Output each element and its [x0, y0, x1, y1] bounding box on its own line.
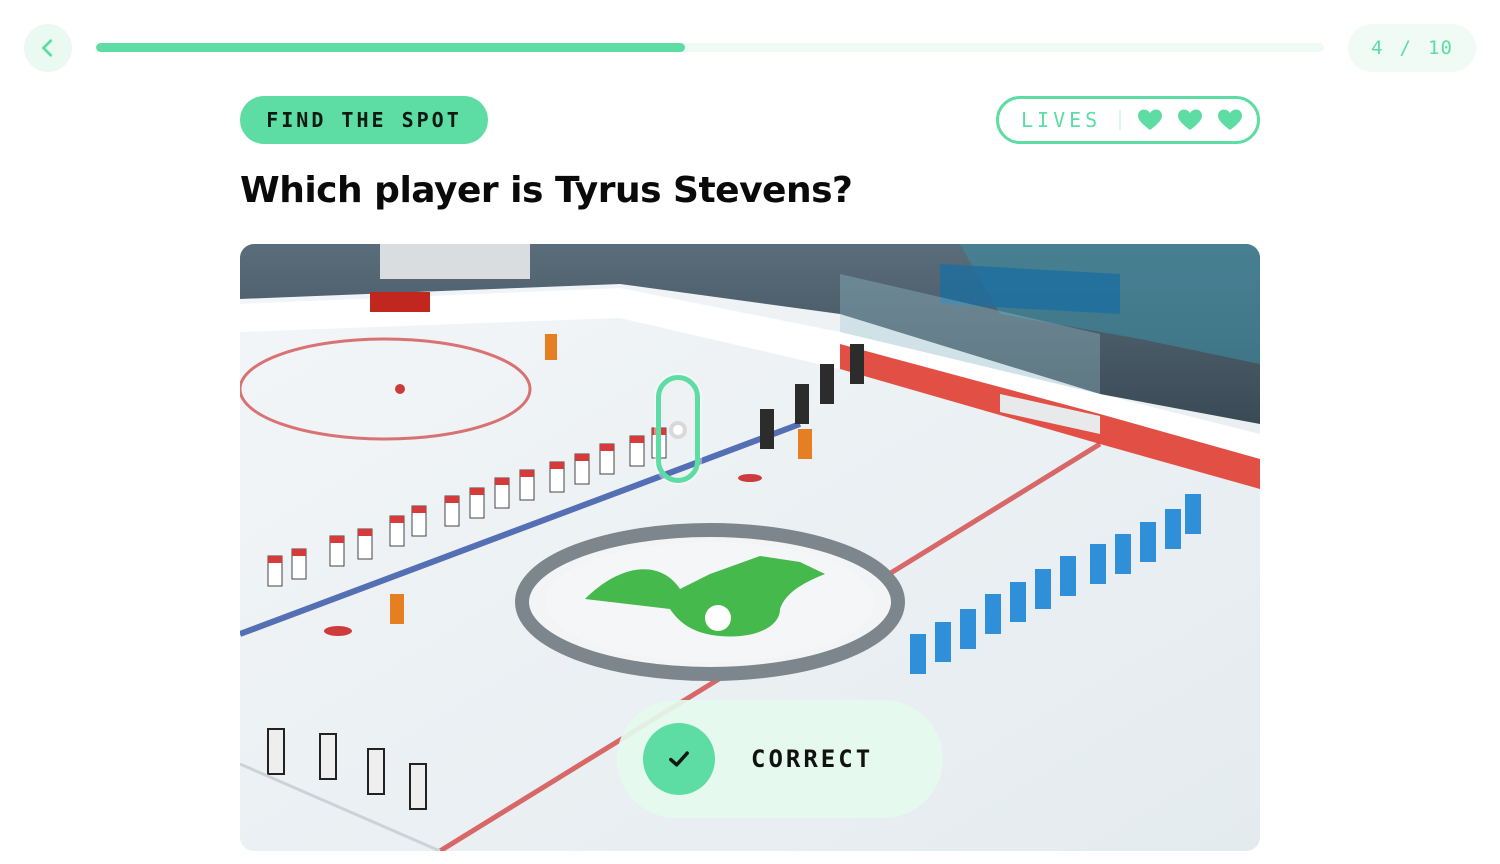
counter-separator: / [1399, 37, 1412, 59]
lives-label: LIVES [1021, 108, 1102, 132]
lives-hearts [1137, 108, 1243, 132]
counter-total: 10 [1428, 37, 1453, 59]
question-counter: 4 / 10 [1348, 24, 1476, 72]
result-toast: CORRECT [617, 700, 943, 818]
checkmark-icon [669, 751, 689, 767]
heart-icon [1178, 109, 1203, 130]
result-icon-badge [643, 723, 715, 795]
heart-icon [1138, 109, 1163, 130]
counter-current: 4 [1371, 37, 1384, 59]
result-label: CORRECT [751, 745, 874, 773]
lives-divider [1119, 110, 1122, 130]
question-title: Which player is Tyrus Stevens? [240, 170, 853, 211]
heart-icon [1218, 109, 1243, 130]
mode-badge: FIND THE SPOT [240, 96, 488, 144]
back-button[interactable] [24, 24, 72, 72]
chevron-left-icon [42, 39, 53, 57]
mode-label: FIND THE SPOT [266, 108, 462, 132]
lives-indicator: LIVES [996, 96, 1260, 144]
selection-dot [669, 421, 687, 439]
progress-bar-fill [96, 43, 686, 52]
progress-bar [96, 43, 1324, 52]
